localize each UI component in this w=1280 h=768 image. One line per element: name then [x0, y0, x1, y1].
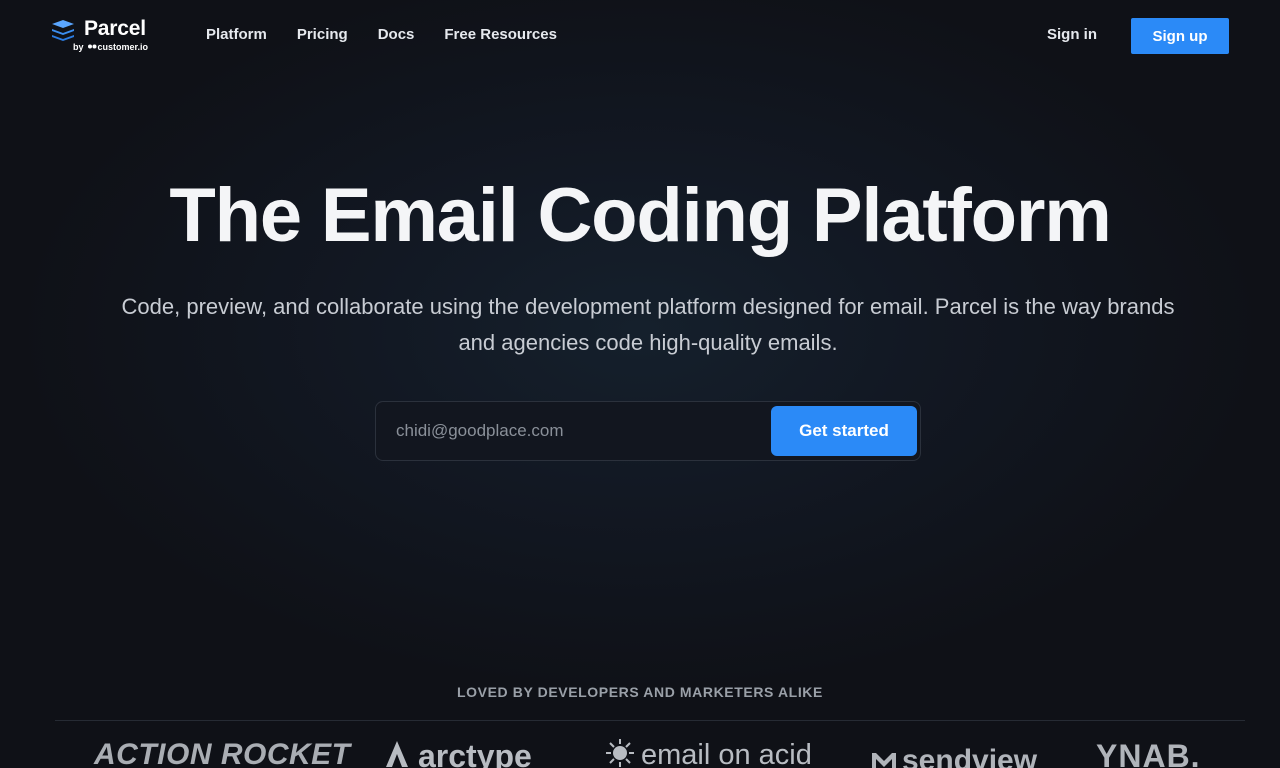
- sendview-icon: [872, 753, 896, 768]
- email-on-acid-logo: email on acid: [605, 738, 812, 768]
- get-started-button[interactable]: Get started: [771, 406, 917, 456]
- action-rocket-wordmark: ACTION ROCKET: [94, 738, 351, 768]
- sendview-logo: sendview: [870, 744, 1037, 768]
- nav-free-resources[interactable]: Free Resources: [444, 26, 557, 43]
- nav-pricing[interactable]: Pricing: [297, 26, 348, 43]
- hero-title: The Email Coding Platform: [169, 173, 1111, 258]
- ynab-wordmark: YNAB.: [1096, 738, 1201, 768]
- email-input[interactable]: [396, 418, 766, 444]
- email-on-acid-icon: [606, 739, 634, 767]
- logo-wordmark: Parcel: [84, 17, 146, 40]
- logos-divider: [55, 720, 1245, 721]
- sendview-wordmark: sendview: [902, 744, 1038, 768]
- logo-byline: by customer.io: [73, 42, 148, 52]
- parcel-logo[interactable]: Parcel by customer.io: [51, 17, 161, 57]
- signup-form: Get started: [375, 401, 921, 461]
- arctype-icon: [386, 741, 408, 767]
- parcel-logo-icon: [52, 20, 74, 41]
- logos-heading: LOVED BY DEVELOPERS AND MARKETERS ALIKE: [457, 684, 823, 700]
- arctype-wordmark: arctype: [418, 738, 532, 768]
- main-nav: Platform Pricing Docs Free Resources: [206, 26, 587, 43]
- site-header: Parcel by customer.io Platform Pricing Do…: [0, 0, 1280, 72]
- action-rocket-logo: ACTION ROCKET: [94, 738, 351, 768]
- email-on-acid-wordmark: email on acid: [641, 739, 812, 768]
- hero-subtitle: Code, preview, and collaborate using the…: [121, 294, 1175, 355]
- ynab-logo: YNAB.: [1096, 738, 1201, 768]
- logo-byline-prefix: by: [73, 42, 84, 52]
- sign-up-button[interactable]: Sign up: [1131, 18, 1229, 54]
- customerio-icon: [87, 44, 97, 49]
- nav-docs[interactable]: Docs: [378, 26, 415, 43]
- arctype-logo: arctype: [384, 738, 532, 768]
- logo-byline-brand: customer.io: [97, 42, 149, 52]
- sign-in-link[interactable]: Sign in: [1047, 26, 1097, 43]
- nav-platform[interactable]: Platform: [206, 26, 267, 43]
